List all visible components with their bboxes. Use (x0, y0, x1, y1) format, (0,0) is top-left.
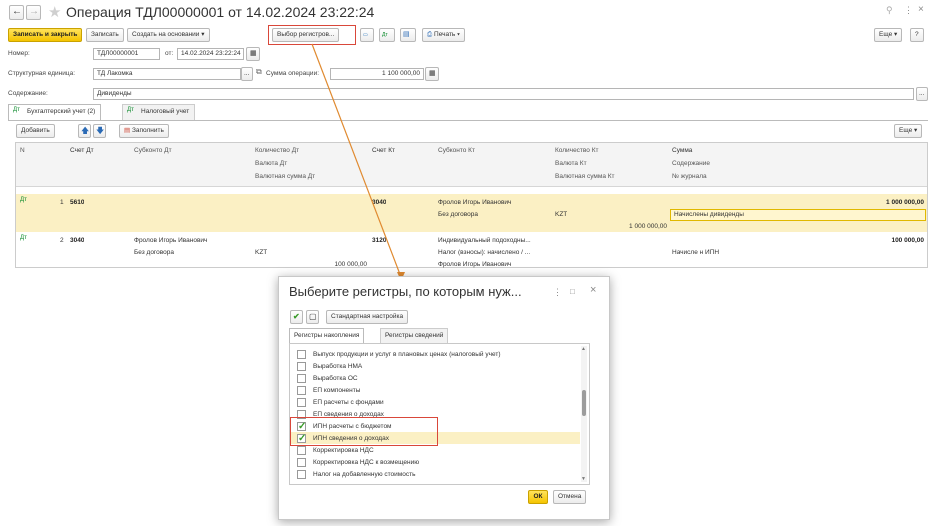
register-label: Корректировка НДС к возмещению (313, 459, 420, 466)
register-checkbox[interactable] (297, 398, 306, 407)
dialog-maximize-icon[interactable]: □ (570, 287, 575, 296)
register-label: Корректировка НДС (313, 447, 374, 454)
register-checkbox[interactable] (297, 446, 306, 455)
register-label: ИПН сведения о доходах (313, 435, 389, 442)
scroll-up-icon[interactable]: ▲ (581, 346, 586, 352)
register-label: ЕП компоненты (313, 387, 361, 394)
register-checkbox[interactable] (297, 350, 306, 359)
scroll-down-icon[interactable]: ▼ (581, 476, 586, 482)
tab-accumulation-registers[interactable]: Регистры накопления (289, 328, 365, 343)
register-label: Налог на добавленную стоимость (313, 471, 416, 478)
dialog-title: Выберите регистры, по которым нуж... (289, 284, 522, 299)
tab-info-registers[interactable]: Регистры сведений (380, 328, 449, 343)
register-label: ЕП сведения о доходах (313, 411, 384, 418)
standard-setting-button[interactable]: Стандартная настройка (326, 310, 409, 324)
register-checkbox-checked[interactable]: ✓ (297, 434, 306, 444)
register-checkbox[interactable] (297, 470, 306, 479)
register-label: Выработка НМА (313, 363, 363, 370)
register-checkbox[interactable] (297, 374, 306, 383)
register-checkbox[interactable] (297, 386, 306, 395)
dialog-menu-icon[interactable]: ⋮ (553, 287, 562, 298)
ok-button[interactable]: ОК (528, 490, 548, 504)
uncheck-all-button[interactable]: ▢ (306, 310, 319, 324)
scroll-thumb[interactable] (582, 390, 586, 416)
check-all-button[interactable]: ✔ (290, 310, 303, 324)
register-label: Выпуск продукции и услуг в плановых цена… (313, 351, 501, 358)
cancel-button[interactable]: Отмена (553, 490, 587, 504)
register-label: ЕП расчеты с фондами (313, 399, 384, 406)
register-checkbox[interactable] (297, 410, 306, 419)
register-checkbox[interactable] (297, 458, 306, 467)
register-label: Выработка ОС (313, 375, 358, 382)
dialog-close-icon[interactable]: × (590, 284, 596, 296)
register-label: ИПН расчеты с бюджетом (313, 423, 392, 430)
register-checkbox-checked[interactable]: ✓ (297, 422, 306, 432)
register-checkbox[interactable] (297, 362, 306, 371)
